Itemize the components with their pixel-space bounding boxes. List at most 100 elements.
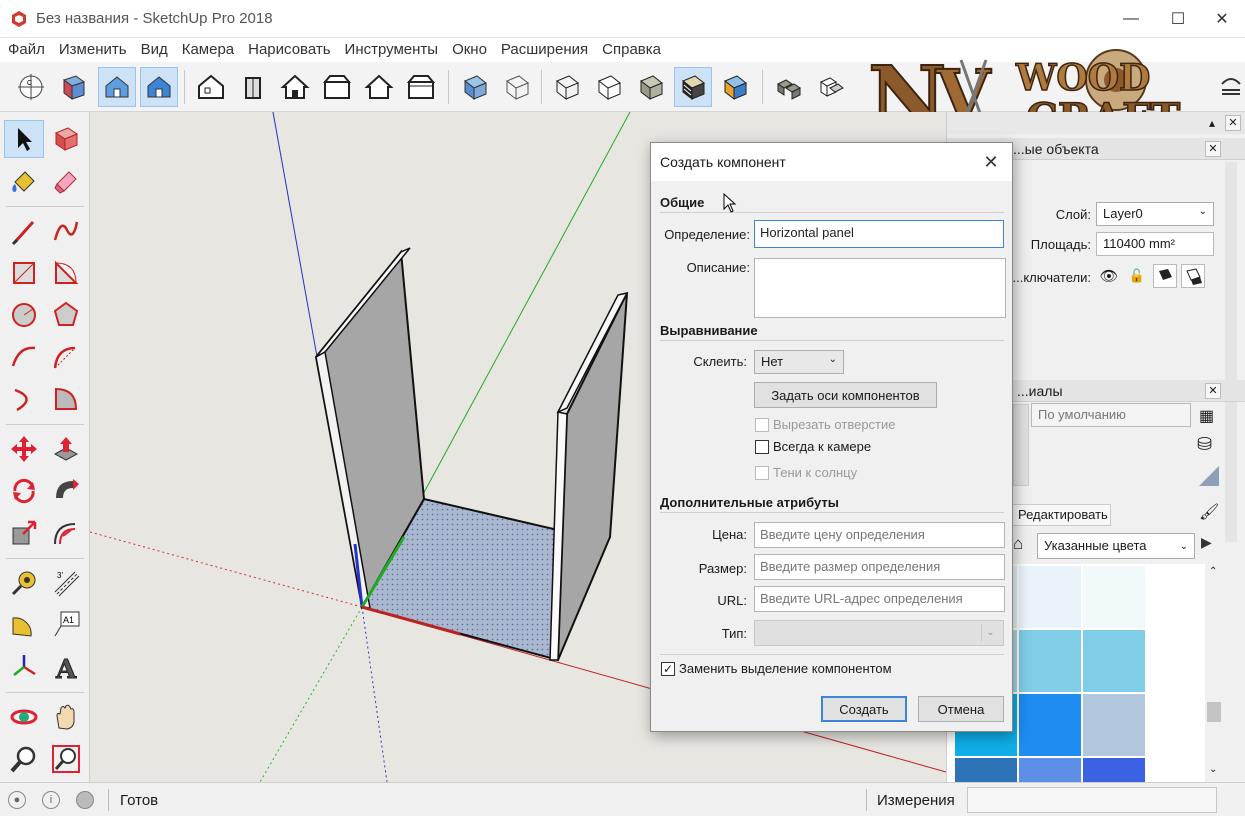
menu-help[interactable]: Справка [602, 38, 661, 62]
create-material-icon[interactable]: ⛁ [1197, 434, 1221, 458]
rectangle-tool-icon[interactable] [4, 254, 44, 292]
color-swatch[interactable] [1019, 694, 1081, 756]
color-swatch[interactable] [1083, 694, 1145, 756]
glue-select[interactable]: Нет ⌄ [754, 350, 844, 374]
visible-eye-icon[interactable]: 👁 [1097, 264, 1121, 288]
dimension-tool-icon[interactable]: 3' [46, 564, 86, 602]
entity-info-close-button[interactable]: ✕ [1205, 141, 1221, 157]
swatch-scrollbar[interactable]: ⌃ ⌄ [1205, 564, 1223, 782]
tape-measure-icon[interactable] [4, 564, 44, 602]
user-account-icon[interactable] [76, 791, 94, 809]
offset-tool-icon[interactable] [46, 514, 86, 552]
arc-tool-icon[interactable] [4, 338, 44, 376]
make-component-icon[interactable] [46, 120, 86, 158]
color-swatch[interactable] [1083, 758, 1145, 782]
follow-me-icon[interactable] [46, 472, 86, 510]
collection-select[interactable]: Указанные цвета ⌄ [1037, 533, 1195, 559]
eraser-icon[interactable] [46, 162, 86, 200]
size-input[interactable]: Введите размер определения [754, 554, 1005, 580]
sample-paint-icon[interactable] [1197, 464, 1221, 488]
layer-select[interactable]: Layer0 ⌄ [1096, 202, 1214, 226]
scroll-up-icon[interactable]: ⌃ [1209, 566, 1217, 577]
entity-info-scrollbar[interactable] [1225, 162, 1237, 542]
iso-house-icon[interactable] [140, 67, 178, 107]
iso-view-icon[interactable] [98, 67, 136, 107]
material-display-secondary-icon[interactable]: ▦ [1199, 406, 1217, 426]
protractor-icon[interactable] [4, 606, 44, 644]
paint-bucket-icon[interactable] [4, 162, 44, 200]
home-icon[interactable]: ⌂ [1013, 534, 1035, 556]
pie-tool-icon[interactable] [46, 380, 86, 418]
replace-selection-checkbox[interactable]: ✓ [661, 662, 675, 676]
pan-tool-icon[interactable] [46, 698, 86, 736]
description-textarea[interactable] [754, 258, 1006, 318]
color-swatch[interactable] [1019, 758, 1081, 782]
scroll-thumb[interactable] [1207, 702, 1221, 722]
menu-tools[interactable]: Инструменты [345, 38, 439, 62]
maximize-button[interactable]: ☐ [1155, 0, 1201, 38]
outer-shell-icon[interactable] [812, 67, 850, 107]
zoom-tool-icon[interactable] [4, 740, 44, 778]
three-point-arc-icon[interactable] [4, 380, 44, 418]
tray-close-button[interactable]: ✕ [1225, 115, 1241, 131]
menu-extensions[interactable]: Расширения [501, 38, 588, 62]
receive-shadows-icon[interactable] [1153, 264, 1177, 288]
left-view-icon[interactable] [360, 67, 398, 107]
menu-window[interactable]: Окно [452, 38, 487, 62]
circle-tool-icon[interactable] [4, 296, 44, 334]
top-view-icon[interactable] [192, 67, 230, 107]
orbit-tool-icon[interactable] [4, 698, 44, 736]
menu-file[interactable]: Файл [8, 38, 45, 62]
back-view-icon[interactable] [318, 67, 356, 107]
color-swatch[interactable] [955, 758, 1017, 782]
right-view-icon[interactable] [276, 67, 314, 107]
menu-draw[interactable]: Нарисовать [248, 38, 330, 62]
menu-camera[interactable]: Камера [182, 38, 234, 62]
measurements-input[interactable] [967, 787, 1217, 813]
hidden-line-style-icon[interactable] [590, 67, 628, 107]
eyedropper-icon[interactable]: 🖌 [1199, 502, 1221, 524]
back-edges-style-icon[interactable] [498, 67, 536, 107]
shaded-style-icon[interactable] [632, 67, 670, 107]
line-tool-icon[interactable] [4, 212, 44, 250]
tab-edit[interactable]: Редактировать [1011, 504, 1111, 526]
menu-edit[interactable]: Изменить [59, 38, 127, 62]
camera-position-icon[interactable]: C [12, 67, 50, 107]
polygon-tool-icon[interactable] [46, 296, 86, 334]
cut-opening-checkbox[interactable] [755, 418, 769, 432]
url-input[interactable]: Введите URL-адрес определения [754, 586, 1005, 612]
color-swatch[interactable] [1083, 566, 1145, 628]
menu-view[interactable]: Вид [141, 38, 168, 62]
type-select[interactable]: ⌄ [754, 620, 1004, 646]
material-name-field[interactable]: По умолчанию [1031, 403, 1191, 427]
scale-tool-icon[interactable] [4, 514, 44, 552]
lock-icon[interactable]: 🔓 [1125, 264, 1149, 288]
select-tool-icon[interactable] [4, 120, 44, 158]
two-point-arc-icon[interactable] [46, 338, 86, 376]
axes-tool-icon[interactable] [4, 648, 44, 686]
materials-close-button[interactable]: ✕ [1205, 383, 1221, 399]
color-swatch[interactable] [1019, 566, 1081, 628]
color-swatch[interactable] [1083, 630, 1145, 692]
geolocation-icon[interactable]: ● [8, 791, 26, 809]
toolbar-overflow-icon[interactable] [1212, 67, 1245, 107]
cast-shadows-icon[interactable] [1181, 264, 1205, 288]
create-button[interactable]: Создать [821, 696, 907, 722]
monochrome-style-icon[interactable] [716, 67, 754, 107]
shadows-face-sun-checkbox[interactable] [755, 466, 769, 480]
text-tool-icon[interactable]: A1 [46, 606, 86, 644]
color-swatch[interactable] [1019, 630, 1081, 692]
push-pull-icon[interactable] [46, 430, 86, 468]
wireframe-style-icon[interactable] [548, 67, 586, 107]
group-components-icon[interactable] [770, 67, 808, 107]
credits-icon[interactable]: i [42, 791, 60, 809]
minimize-button[interactable]: — [1108, 0, 1154, 38]
bottom-view-icon[interactable] [402, 67, 440, 107]
always-face-camera-checkbox[interactable] [755, 440, 769, 454]
3d-text-icon[interactable]: A [46, 648, 86, 686]
price-input[interactable]: Введите цену определения [754, 522, 1005, 548]
rotate-tool-icon[interactable] [4, 472, 44, 510]
definition-input[interactable]: Horizontal panel [754, 220, 1004, 248]
front-view-icon[interactable] [234, 67, 272, 107]
rotated-rectangle-icon[interactable] [46, 254, 86, 292]
